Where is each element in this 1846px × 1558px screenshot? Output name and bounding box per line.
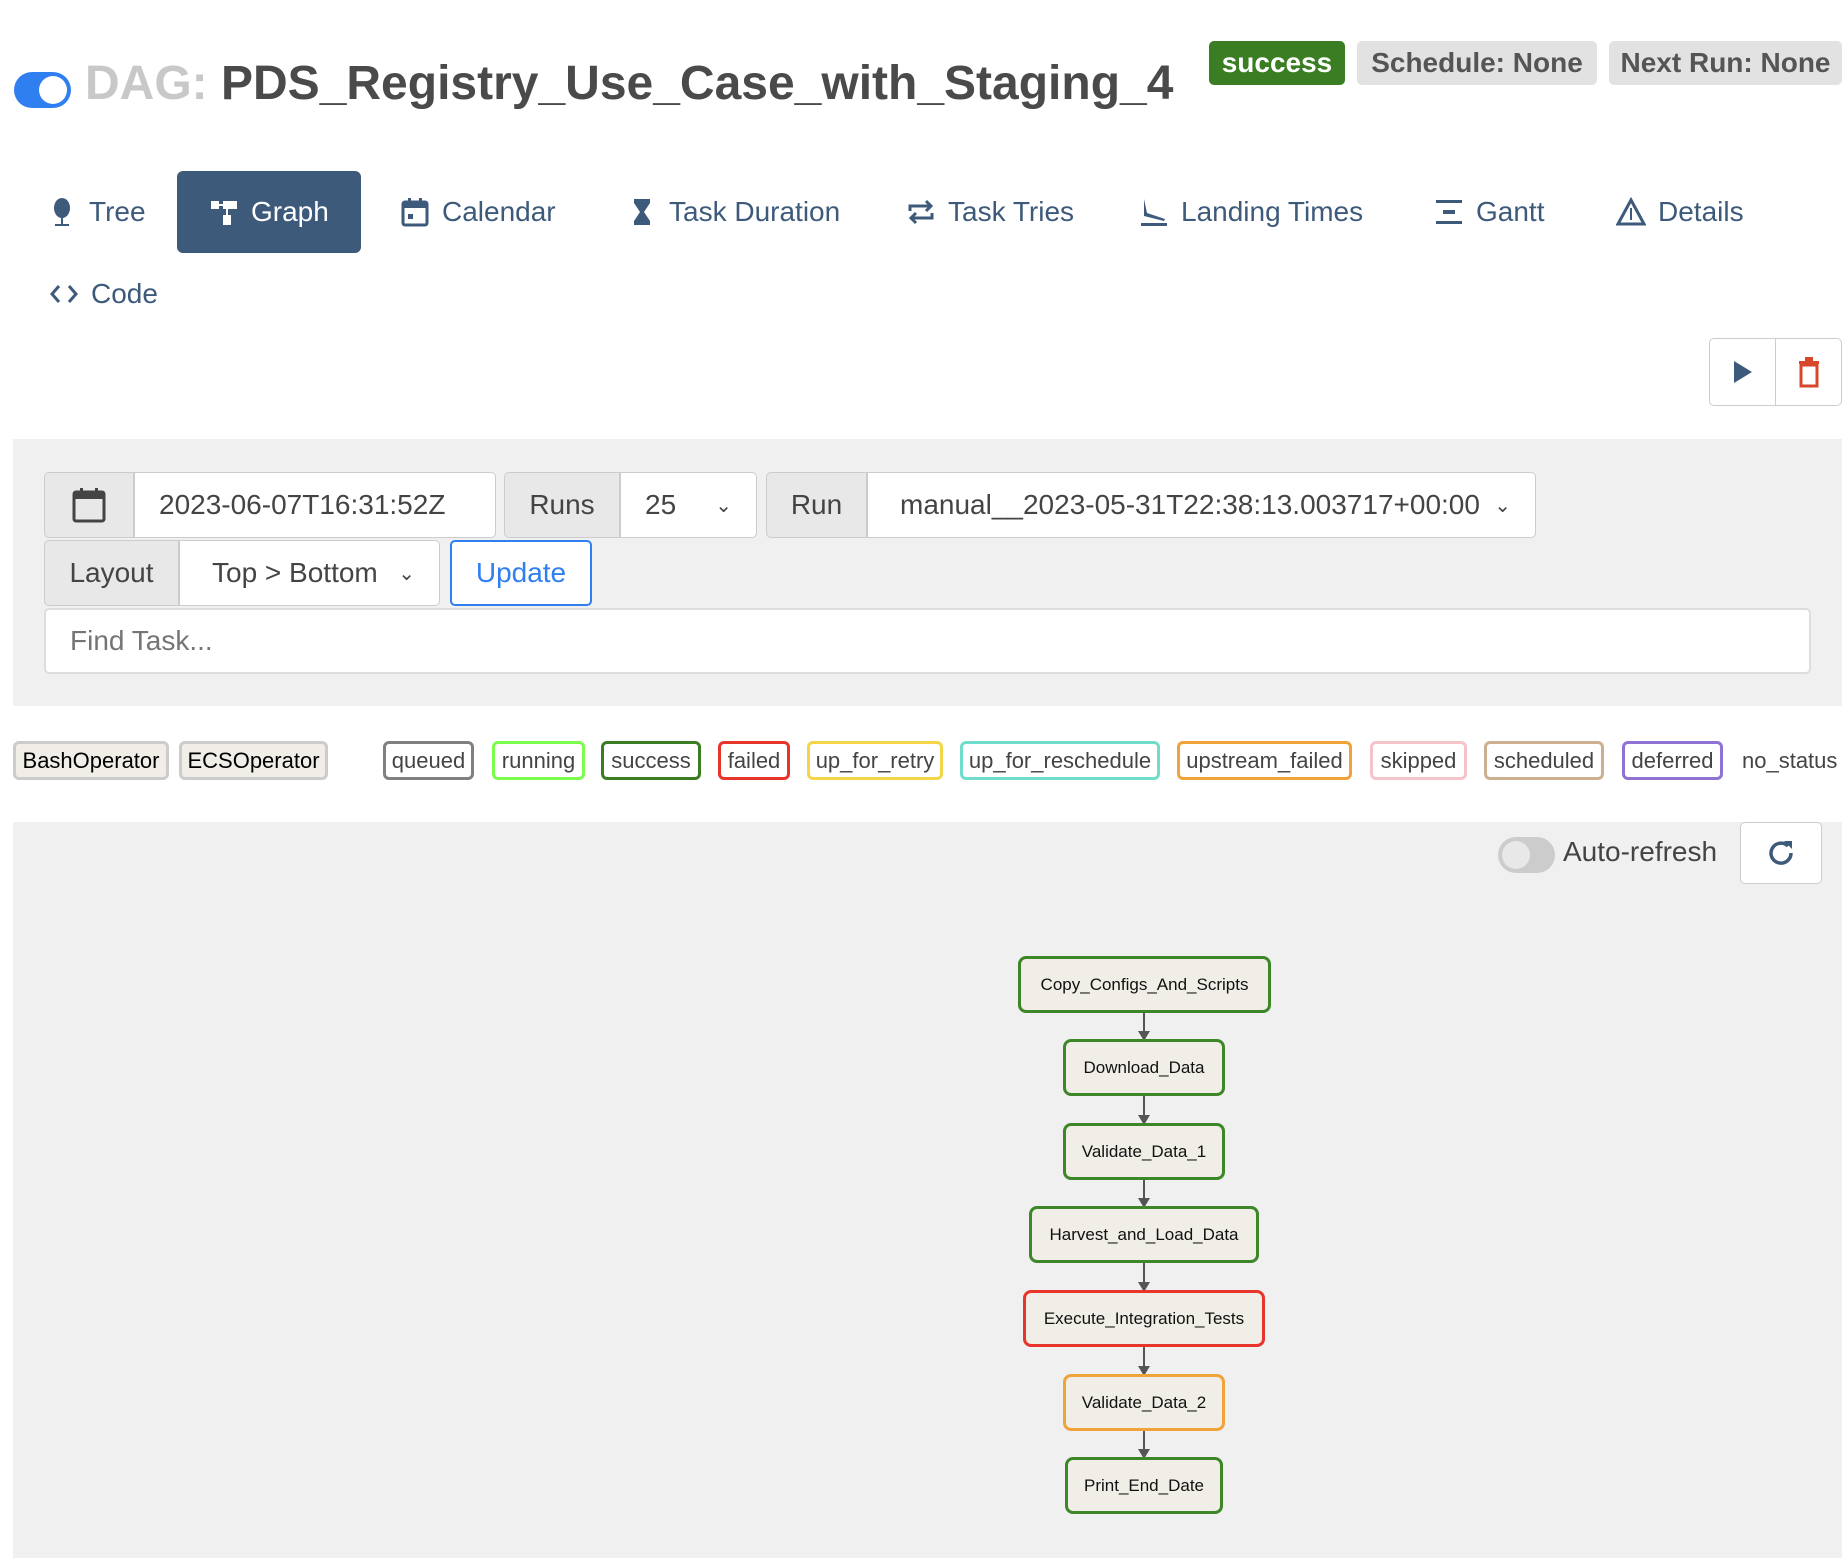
task-edge xyxy=(1138,1013,1150,1041)
update-button[interactable]: Update xyxy=(450,540,592,606)
page-title: DAG: PDS_Registry_Use_Case_with_Staging_… xyxy=(85,57,1174,110)
retry-icon xyxy=(908,199,934,225)
calendar-icon xyxy=(401,198,429,227)
auto-refresh-label: Auto-refresh xyxy=(1563,836,1718,867)
trigger-dag-button[interactable] xyxy=(1709,338,1776,406)
warning-triangle-icon xyxy=(1616,197,1646,226)
task-edge xyxy=(1138,1263,1150,1292)
task-node[interactable]: Copy_Configs_And_Scripts xyxy=(1018,956,1271,1013)
dag-pause-toggle[interactable] xyxy=(14,72,71,108)
calendar-icon xyxy=(72,488,106,523)
dag-id: PDS_Registry_Use_Case_with_Staging_4 xyxy=(221,57,1174,110)
plane-landing-icon xyxy=(1141,199,1167,226)
run-label: Run xyxy=(766,472,867,538)
find-task-input[interactable] xyxy=(44,608,1811,674)
legend-state-queued: queued xyxy=(383,741,474,780)
graph-canvas[interactable] xyxy=(13,822,1842,1558)
task-edge xyxy=(1138,1431,1150,1459)
runs-select[interactable]: 25 ⌄ xyxy=(620,472,757,538)
legend-state-success: success xyxy=(601,741,701,780)
task-node[interactable]: Print_End_Date xyxy=(1065,1457,1223,1514)
legend-state-skipped: skipped xyxy=(1370,741,1467,780)
auto-refresh-toggle[interactable] xyxy=(1498,837,1555,873)
tree-icon xyxy=(54,198,70,226)
legend-state-up-for-retry: up_for_retry xyxy=(807,741,943,780)
task-node[interactable]: Download_Data xyxy=(1063,1039,1225,1096)
refresh-button[interactable] xyxy=(1740,822,1822,884)
task-edge xyxy=(1138,1096,1150,1125)
task-node[interactable]: Harvest_and_Load_Data xyxy=(1029,1206,1259,1263)
legend-state-scheduled: scheduled xyxy=(1484,741,1604,780)
legend-state-up-for-reschedule: up_for_reschedule xyxy=(960,741,1160,780)
trash-icon xyxy=(1798,357,1819,388)
tab-tree[interactable]: Tree xyxy=(15,171,178,253)
legend-operator-ecs: ECSOperator xyxy=(179,741,328,780)
refresh-icon xyxy=(1769,841,1793,865)
tab-landing-times[interactable]: Landing Times xyxy=(1107,171,1395,253)
chevron-down-icon: ⌄ xyxy=(1494,494,1511,517)
task-node[interactable]: Validate_Data_2 xyxy=(1063,1374,1225,1431)
next-run-badge: Next Run: None xyxy=(1609,41,1842,85)
legend-state-failed: failed xyxy=(718,741,790,780)
task-edge xyxy=(1138,1347,1150,1376)
legend-no-status: no_status xyxy=(1742,747,1838,773)
code-icon xyxy=(50,285,78,303)
tab-task-tries[interactable]: Task Tries xyxy=(874,171,1106,253)
legend-state-deferred: deferred xyxy=(1622,741,1723,780)
play-icon xyxy=(1733,361,1752,383)
task-edge xyxy=(1138,1180,1150,1208)
schedule-badge: Schedule: None xyxy=(1357,41,1597,85)
hourglass-icon xyxy=(634,199,650,225)
tab-gantt[interactable]: Gantt xyxy=(1402,171,1576,253)
tab-code[interactable]: Code xyxy=(17,254,190,334)
state-badge: success xyxy=(1209,41,1345,85)
delete-dag-button[interactable] xyxy=(1775,338,1842,406)
legend-operator-bash: BashOperator xyxy=(13,741,169,780)
tab-task-duration[interactable]: Task Duration xyxy=(595,171,872,253)
graph-icon xyxy=(211,201,237,225)
chevron-down-icon: ⌄ xyxy=(398,562,415,585)
tab-graph[interactable]: Graph xyxy=(177,171,361,253)
gantt-icon xyxy=(1436,200,1462,224)
runs-label: Runs xyxy=(504,472,620,538)
base-date-input[interactable]: 2023-06-07T16:31:52Z xyxy=(134,472,496,538)
task-node[interactable]: Execute_Integration_Tests xyxy=(1023,1290,1265,1347)
legend-state-upstream-failed: upstream_failed xyxy=(1177,741,1352,780)
legend-state-running: running xyxy=(492,741,585,780)
task-node[interactable]: Validate_Data_1 xyxy=(1063,1123,1225,1180)
base-date-calendar-button[interactable] xyxy=(44,472,134,538)
run-select[interactable]: manual__2023-05-31T22:38:13.003717+00:00… xyxy=(867,472,1536,538)
tab-details[interactable]: Details xyxy=(1584,171,1776,253)
layout-select[interactable]: Top > Bottom ⌄ xyxy=(179,540,440,606)
tab-calendar[interactable]: Calendar xyxy=(368,171,588,253)
chevron-down-icon: ⌄ xyxy=(715,494,732,517)
layout-label: Layout xyxy=(44,540,179,606)
